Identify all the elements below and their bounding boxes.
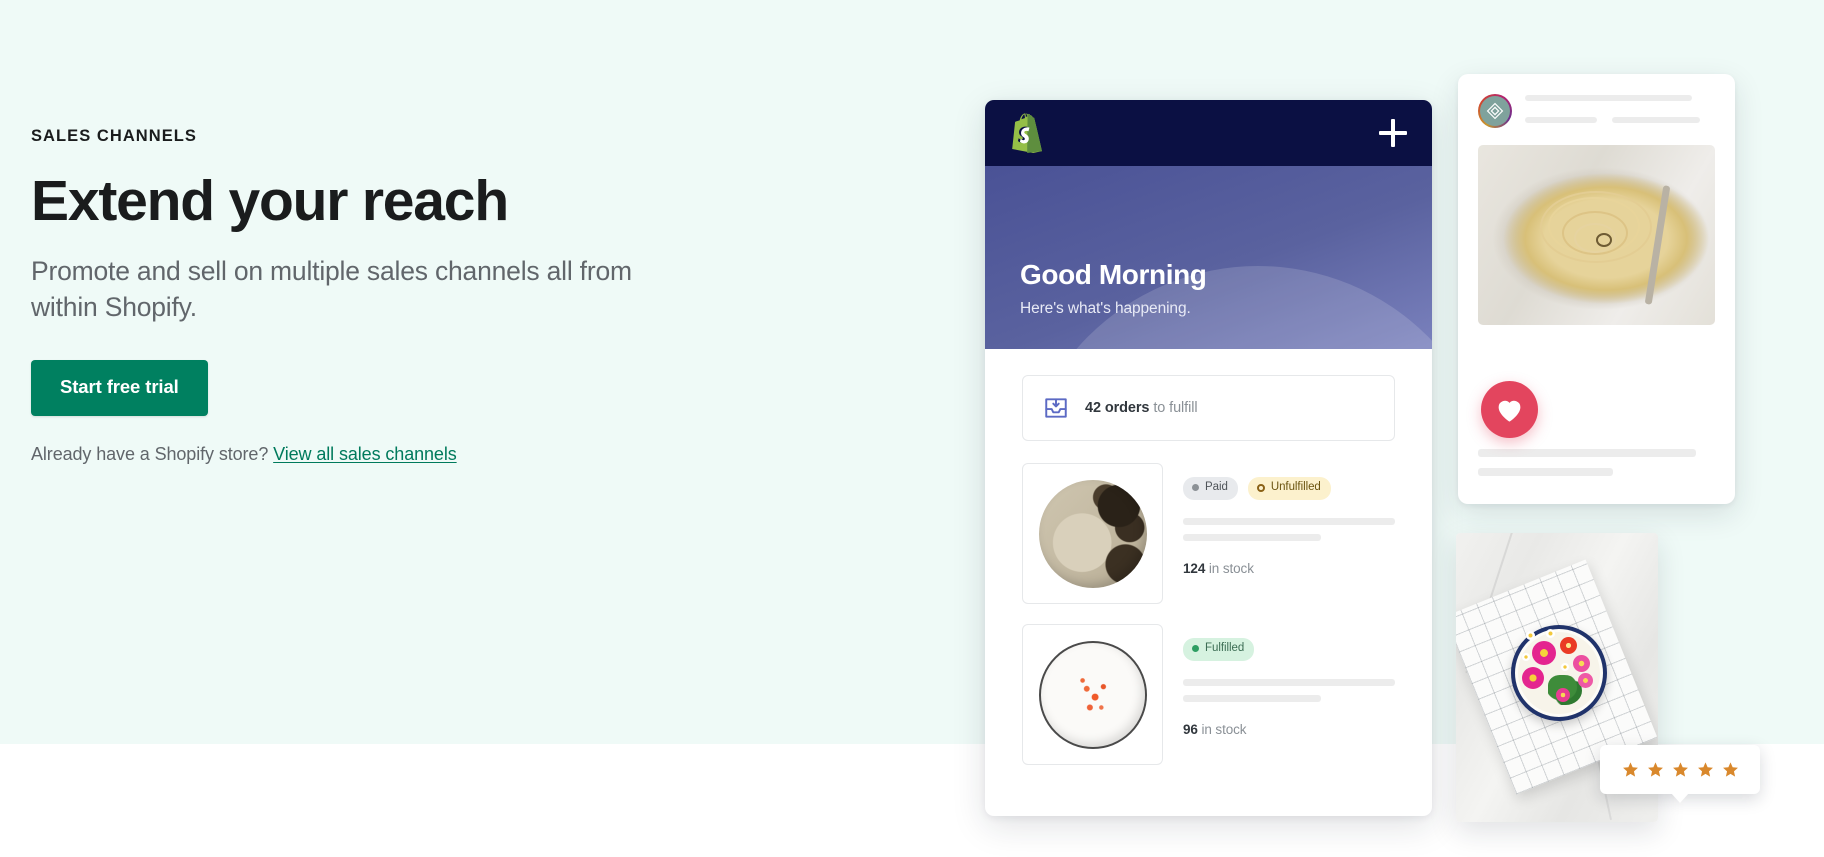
view-all-sales-channels-link[interactable]: View all sales channels (273, 444, 457, 464)
app-greeting-hero: Good Morning Here's what's happening. (985, 166, 1432, 349)
avatar (1478, 94, 1512, 128)
app-top-bar (985, 100, 1432, 166)
app-content-body: 42 orders to fulfill Paid Unfulfilled 12… (985, 349, 1432, 765)
status-badge-paid: Paid (1183, 477, 1238, 500)
pink-flower (1573, 655, 1590, 672)
eyebrow-label: SALES CHANNELS (31, 127, 197, 145)
status-badge-group: Paid Unfulfilled (1183, 477, 1395, 500)
white-daisy (1522, 653, 1530, 661)
stock-line: 124 in stock (1183, 561, 1395, 576)
pink-flower (1556, 688, 1570, 702)
noodle-stroke (1540, 191, 1652, 263)
stock-count: 124 (1183, 560, 1206, 576)
star-icon (1622, 762, 1638, 777)
instagram-post-caption-placeholder (1478, 449, 1715, 476)
product-row[interactable]: Fulfilled 96 in stock (1022, 624, 1395, 765)
placeholder-line (1183, 517, 1395, 525)
star-rating-badge (1600, 745, 1760, 803)
white-daisy (1526, 631, 1535, 640)
mobile-app-mockup: Good Morning Here's what's happening. 42… (985, 100, 1432, 816)
status-badge-fulfilled: Fulfilled (1183, 638, 1255, 661)
secondary-link-row: Already have a Shopify store? View all s… (31, 444, 791, 465)
orders-card-text: 42 orders to fulfill (1085, 400, 1198, 416)
greeting-title: Good Morning (1020, 259, 1207, 290)
pink-flower (1532, 641, 1556, 665)
white-daisy (1561, 663, 1569, 671)
orders-inbox-icon (1045, 398, 1067, 418)
stock-line: 96 in stock (1183, 722, 1395, 737)
status-badge-label: Fulfilled (1205, 642, 1245, 654)
shopify-bag-icon (1012, 113, 1043, 153)
cta-row: Start free trial (31, 360, 791, 416)
placeholder-line (1478, 449, 1697, 457)
hero-copy-column: SALES CHANNELS Extend your reach Promote… (31, 128, 791, 465)
page-title: Extend your reach (31, 168, 509, 233)
greeting-subtitle: Here's what's happening. (1020, 300, 1191, 317)
white-splatter-plate-thumbnail (1022, 624, 1163, 765)
hero-subhead: Promote and sell on multiple sales chann… (31, 255, 632, 323)
stock-suffix: in stock (1205, 560, 1254, 576)
star-icon (1697, 762, 1713, 777)
pasta-carbonara-photo (1478, 145, 1715, 325)
orders-count: 42 orders (1085, 400, 1150, 416)
filled-dot-icon (1192, 484, 1199, 492)
heart-like-badge[interactable] (1481, 381, 1538, 438)
add-button-icon[interactable] (1376, 116, 1410, 150)
placeholder-line (1183, 533, 1321, 541)
secondary-link-prefix: Already have a Shopify store? (31, 443, 269, 464)
pink-flower (1522, 667, 1544, 689)
placeholder-line (1612, 116, 1700, 123)
placeholder-line (1183, 678, 1395, 686)
start-free-trial-button[interactable]: Start free trial (31, 360, 208, 416)
instagram-post-header (1478, 94, 1715, 128)
ring-dot-icon (1256, 483, 1265, 492)
status-badge-label: Paid (1205, 481, 1228, 493)
stock-count: 96 (1183, 721, 1198, 737)
heart-icon (1498, 400, 1521, 422)
filled-dot-icon (1192, 645, 1199, 653)
placeholder-line (1525, 116, 1598, 123)
placeholder-line (1183, 694, 1321, 702)
product-info: Paid Unfulfilled 124 in stock (1183, 463, 1395, 604)
stock-suffix: in stock (1197, 721, 1247, 737)
fork-handle (1644, 185, 1671, 305)
status-badge-unfulfilled: Unfulfilled (1247, 477, 1331, 500)
plate-artwork (1038, 640, 1147, 749)
product-info: Fulfilled 96 in stock (1183, 624, 1395, 765)
star-icon (1647, 762, 1663, 777)
placeholder-line (1525, 94, 1693, 101)
white-daisy (1546, 629, 1555, 638)
instagram-post-card (1458, 74, 1735, 504)
orders-suffix: to fulfill (1149, 400, 1198, 416)
placeholder-line (1478, 468, 1614, 476)
status-badge-group: Fulfilled (1183, 638, 1395, 661)
orders-to-fulfill-card[interactable]: 42 orders to fulfill (1022, 375, 1395, 441)
red-flower (1560, 637, 1577, 654)
star-icon (1722, 762, 1738, 777)
plate-artwork (1038, 479, 1147, 588)
diamond-logo-avatar-icon (1486, 102, 1504, 120)
pink-flower (1578, 673, 1593, 688)
noodle-stroke (1596, 233, 1612, 247)
star-icon (1672, 762, 1688, 777)
avatar-inner (1480, 96, 1510, 126)
status-badge-label: Unfulfilled (1270, 481, 1321, 493)
product-row[interactable]: Paid Unfulfilled 124 in stock (1022, 463, 1395, 604)
instagram-header-placeholder-lines (1525, 94, 1715, 128)
greeting-block: Good Morning Here's what's happening. (1020, 259, 1207, 317)
speckled-stoneware-plate-thumbnail (1022, 463, 1163, 604)
